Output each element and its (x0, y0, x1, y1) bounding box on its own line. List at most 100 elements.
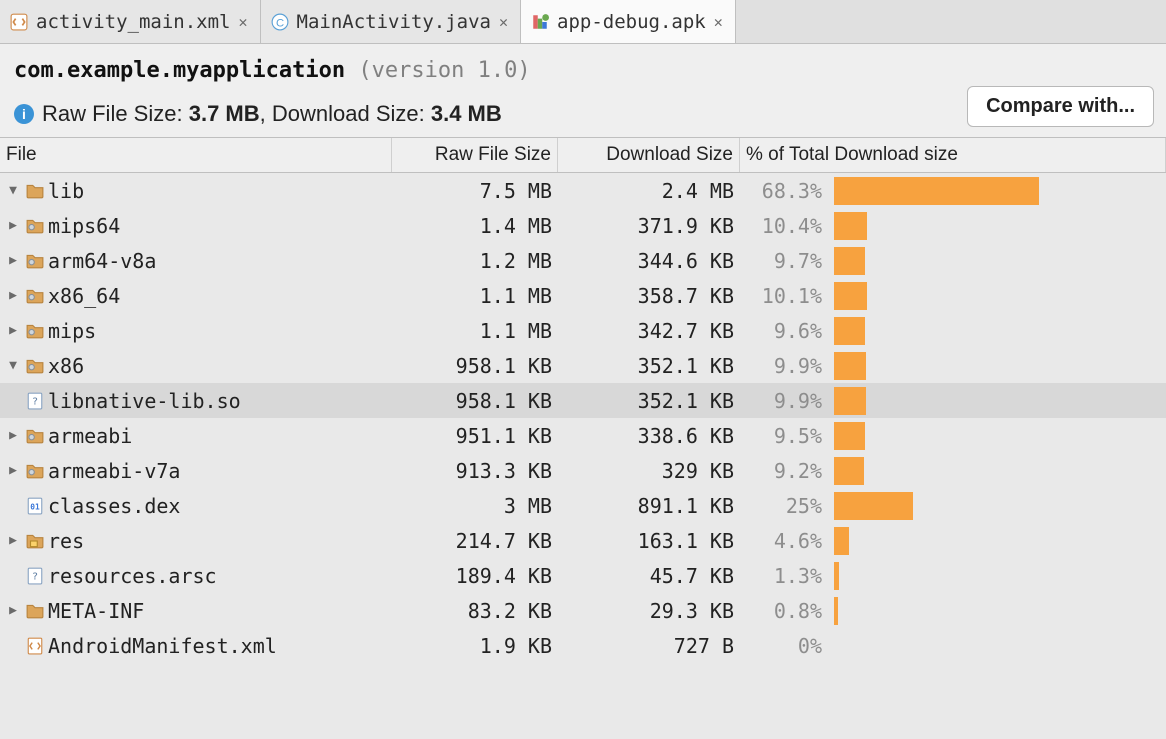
class-file-icon: C (271, 13, 289, 31)
raw-size: 958.1 KB (392, 354, 558, 378)
percent-bar (834, 492, 913, 520)
folder-icon (26, 602, 44, 620)
table-row[interactable]: ▶META-INF83.2 KB29.3 KB0.8% (0, 593, 1166, 628)
percent-bar (834, 212, 867, 240)
file-name: resources.arsc (48, 564, 217, 588)
table-row[interactable]: ▶arm64-v8a1.2 MB344.6 KB9.7% (0, 243, 1166, 278)
table-row[interactable]: ▶mips641.4 MB371.9 KB10.4% (0, 208, 1166, 243)
percent: 9.9% (740, 354, 830, 378)
dex-file-icon (26, 497, 44, 515)
apk-file-icon (531, 13, 549, 31)
percent-bar (834, 247, 865, 275)
raw-size: 214.7 KB (392, 529, 558, 553)
chevron-right-icon[interactable]: ▶ (6, 533, 20, 548)
download-size: 163.1 KB (558, 529, 740, 553)
table-row[interactable]: ▶armeabi-v7a913.3 KB329 KB9.2% (0, 453, 1166, 488)
chevron-right-icon[interactable]: ▶ (6, 428, 20, 443)
percent-bar (834, 282, 867, 310)
silver-folder-icon (26, 217, 44, 235)
tab-app-debug-apk[interactable]: app-debug.apk ✕ (521, 0, 736, 43)
col-file[interactable]: File (0, 138, 392, 172)
raw-size: 83.2 KB (392, 599, 558, 623)
table-row[interactable]: ▼x86958.1 KB352.1 KB9.9% (0, 348, 1166, 383)
percent: 9.9% (740, 389, 830, 413)
percent-bar-cell (830, 492, 1166, 520)
download-size: 352.1 KB (558, 389, 740, 413)
close-icon[interactable]: ✕ (499, 13, 508, 31)
chevron-right-icon[interactable]: ▶ (6, 323, 20, 338)
download-size: 329 KB (558, 459, 740, 483)
file-name: libnative-lib.so (48, 389, 241, 413)
tab-activity-main[interactable]: activity_main.xml ✕ (0, 0, 261, 43)
table-row[interactable]: ▶armeabi951.1 KB338.6 KB9.5% (0, 418, 1166, 453)
table-row[interactable]: AndroidManifest.xml1.9 KB727 B0% (0, 628, 1166, 663)
percent-bar (834, 457, 864, 485)
chevron-right-icon[interactable]: ▶ (6, 603, 20, 618)
raw-size: 1.1 MB (392, 284, 558, 308)
percent-bar (834, 562, 839, 590)
download-size: 727 B (558, 634, 740, 658)
download-size: 2.4 MB (558, 179, 740, 203)
table-row[interactable]: ▼lib7.5 MB2.4 MB68.3% (0, 173, 1166, 208)
percent-bar-cell (830, 352, 1166, 380)
tab-label: app-debug.apk (557, 11, 706, 33)
chevron-right-icon[interactable]: ▶ (6, 218, 20, 233)
table-row[interactable]: ▶mips1.1 MB342.7 KB9.6% (0, 313, 1166, 348)
percent-bar-cell (830, 177, 1166, 205)
silver-folder-icon (26, 322, 44, 340)
download-size: 358.7 KB (558, 284, 740, 308)
download-size: 342.7 KB (558, 319, 740, 343)
chevron-right-icon[interactable]: ▶ (6, 253, 20, 268)
raw-size: 1.4 MB (392, 214, 558, 238)
tab-label: MainActivity.java (297, 11, 491, 33)
col-pct[interactable]: % of Total Download size (740, 138, 1166, 172)
compare-with-button[interactable]: Compare with... (967, 86, 1154, 127)
code-file-icon (26, 637, 44, 655)
download-size: 352.1 KB (558, 354, 740, 378)
download-size: 29.3 KB (558, 599, 740, 623)
percent-bar (834, 177, 1039, 205)
percent: 4.6% (740, 529, 830, 553)
file-name: arm64-v8a (48, 249, 156, 273)
percent: 25% (740, 494, 830, 518)
unknown-file-icon (26, 567, 44, 585)
table-row[interactable]: resources.arsc189.4 KB45.7 KB1.3% (0, 558, 1166, 593)
close-icon[interactable]: ✕ (238, 13, 247, 31)
percent-bar-cell (830, 422, 1166, 450)
table-row[interactable]: libnative-lib.so958.1 KB352.1 KB9.9% (0, 383, 1166, 418)
editor-tabs: activity_main.xml ✕ C MainActivity.java … (0, 0, 1166, 44)
close-icon[interactable]: ✕ (714, 13, 723, 31)
apk-contents-table: File Raw File Size Download Size % of To… (0, 138, 1166, 663)
chevron-down-icon[interactable]: ▼ (6, 183, 20, 198)
percent-bar (834, 597, 838, 625)
percent: 10.1% (740, 284, 830, 308)
percent-bar (834, 387, 866, 415)
code-file-icon (10, 13, 28, 31)
percent: 1.3% (740, 564, 830, 588)
chevron-down-icon[interactable]: ▼ (6, 358, 20, 373)
chevron-right-icon[interactable]: ▶ (6, 463, 20, 478)
file-name: x86_64 (48, 284, 120, 308)
percent-bar (834, 317, 865, 345)
info-icon: i (14, 104, 34, 124)
table-row[interactable]: ▶res214.7 KB163.1 KB4.6% (0, 523, 1166, 558)
file-name: armeabi (48, 424, 132, 448)
download-size: 891.1 KB (558, 494, 740, 518)
col-raw[interactable]: Raw File Size (392, 138, 558, 172)
raw-size: 1.9 KB (392, 634, 558, 658)
tab-main-activity[interactable]: C MainActivity.java ✕ (261, 0, 522, 43)
raw-size: 3 MB (392, 494, 558, 518)
raw-size: 189.4 KB (392, 564, 558, 588)
table-row[interactable]: classes.dex 3 MB891.1 KB25% (0, 488, 1166, 523)
chevron-right-icon[interactable]: ▶ (6, 288, 20, 303)
table-header: File Raw File Size Download Size % of To… (0, 138, 1166, 173)
col-dl[interactable]: Download Size (558, 138, 740, 172)
unknown-file-icon (26, 392, 44, 410)
download-size: 344.6 KB (558, 249, 740, 273)
percent: 9.7% (740, 249, 830, 273)
file-name: classes.dex (48, 494, 180, 518)
table-row[interactable]: ▶ x86_64 1.1 MB358.7 KB10.1% (0, 278, 1166, 313)
percent: 0.8% (740, 599, 830, 623)
file-name: lib (48, 179, 84, 203)
percent-bar-cell (830, 597, 1166, 625)
